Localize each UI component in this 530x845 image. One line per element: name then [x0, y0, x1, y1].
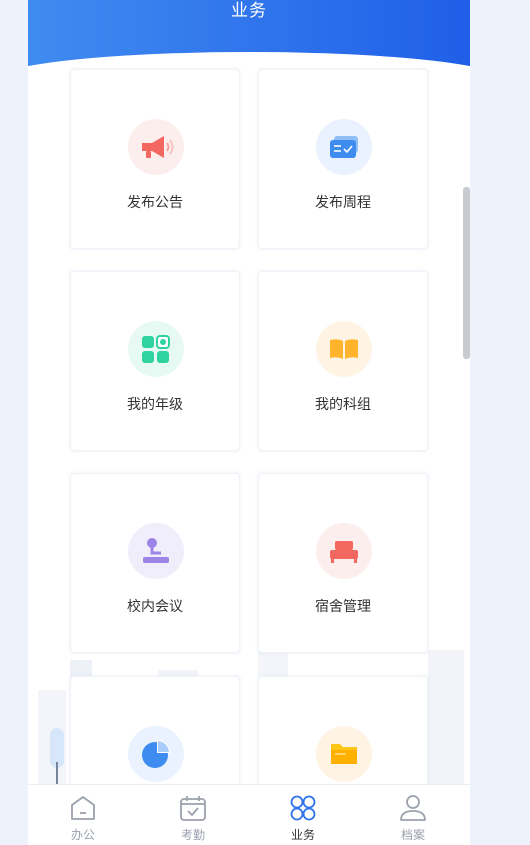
- card-publish-announcement[interactable]: 发布公告: [70, 69, 240, 249]
- tab-label: 业务: [290, 828, 315, 842]
- bed-icon: [330, 541, 358, 563]
- pie-chart-icon: [142, 740, 170, 768]
- grid-blocks-icon: [142, 335, 170, 363]
- tab-attendance[interactable]: 考勤: [138, 785, 248, 845]
- user-profile-icon: [400, 795, 426, 821]
- icon-circle: [128, 321, 184, 377]
- tab-office[interactable]: 办公: [28, 785, 138, 845]
- icon-circle: [316, 523, 372, 579]
- scrollbar-thumb[interactable]: [463, 187, 470, 359]
- card-label: 宿舍管理: [315, 599, 371, 615]
- icon-circle: [316, 726, 372, 782]
- home-icon: [71, 796, 95, 820]
- icon-circle: [316, 321, 372, 377]
- card-publish-schedule[interactable]: 发布周程: [258, 69, 428, 249]
- open-book-icon: [330, 339, 358, 359]
- card-dormitory-management[interactable]: 宿舍管理: [258, 473, 428, 653]
- card-label: 校内会议: [127, 599, 183, 615]
- icon-circle: [128, 523, 184, 579]
- four-circles-icon: [290, 795, 316, 821]
- card-my-grade[interactable]: 我的年级: [70, 271, 240, 451]
- card-label: 发布公告: [127, 195, 183, 211]
- bottom-tab-bar: 办公 考勤 业务 档案: [28, 784, 470, 845]
- tab-label: 办公: [70, 828, 95, 842]
- folder-icon: [331, 744, 357, 764]
- card-label: 发布周程: [315, 195, 371, 211]
- icon-circle: [128, 119, 184, 175]
- tab-business[interactable]: 业务: [248, 785, 358, 845]
- microphone-stand-icon: [143, 538, 169, 563]
- megaphone-icon: [142, 136, 174, 158]
- page-title: 业务: [231, 1, 267, 21]
- card-label: 我的年级: [127, 397, 183, 413]
- card-my-subject-group[interactable]: 我的科组: [258, 271, 428, 451]
- tab-label: 档案: [400, 828, 425, 842]
- icon-circle: [128, 726, 184, 782]
- tree-trunk-decoration: [56, 762, 58, 784]
- icon-circle: [316, 119, 372, 175]
- app-screen: 业务 发布公告 发布周程 我的年级 我的科组 校内会议 宿舍管理 办公 考勤 业…: [28, 0, 470, 845]
- calendar-check-icon: [180, 796, 206, 821]
- schedule-cards-icon: [330, 136, 358, 158]
- tab-label: 考勤: [180, 828, 205, 842]
- card-label: 我的科组: [315, 397, 371, 413]
- tab-archive[interactable]: 档案: [358, 785, 468, 845]
- card-school-meeting[interactable]: 校内会议: [70, 473, 240, 653]
